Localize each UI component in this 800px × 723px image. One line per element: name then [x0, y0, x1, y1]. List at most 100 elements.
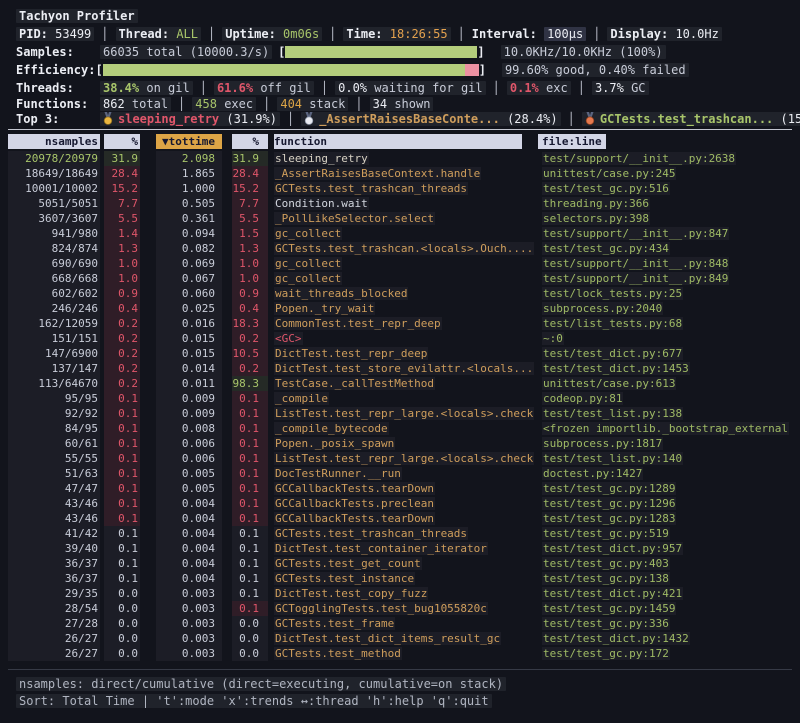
table-row[interactable]: 151/1510.20.0150.2<GC>~:0 — [0, 331, 800, 346]
table-row[interactable]: 824/8741.30.0821.3GCTests.test_trashcan.… — [0, 241, 800, 256]
display-value: 10.0Hz — [675, 27, 718, 41]
cell-function: gc_collect — [274, 226, 532, 241]
cell-p1: 0.1 — [104, 406, 140, 421]
cell-tt: 0.014 — [156, 361, 222, 376]
cell-tt: 0.003 — [156, 586, 222, 601]
table-row[interactable]: 39/400.10.0040.1DictTest.test_container_… — [0, 541, 800, 556]
threads-label: Threads: — [16, 81, 100, 95]
top3-entry-3: GCTests.test_trashcan... (15.2%) — [582, 112, 800, 126]
column-header-function[interactable]: function — [274, 134, 522, 149]
cell-tt: 0.003 — [156, 616, 222, 631]
cell-p2: 0.1 — [232, 526, 268, 541]
cell-tt: 0.004 — [156, 571, 222, 586]
cell-file-line: test/test_gc.py:1289 — [542, 481, 800, 496]
table-row[interactable]: 147/69000.20.01510.5DictTest.test_repr_d… — [0, 346, 800, 361]
cell-file-line: test/test_dict.py:421 — [542, 586, 800, 601]
table-row[interactable]: 36/370.10.0040.1GCTests.test_get_countte… — [0, 556, 800, 571]
table-row[interactable]: 84/950.10.0080.1_compile_bytecode<frozen… — [0, 421, 800, 436]
top3-line: Top 3: sleeping_retry (31.9%) │ _AssertR… — [16, 111, 800, 127]
cell-p1: 0.1 — [104, 541, 140, 556]
column-header-tottime[interactable]: ▼tottime — [156, 134, 222, 149]
cell-function: GCTests.test_get_count — [274, 556, 532, 571]
cell-function: DictTest.test_repr_deep — [274, 346, 532, 361]
table-row[interactable]: 43/460.10.0040.1GCCallbackTests.preclean… — [0, 496, 800, 511]
cell-p1: 0.1 — [104, 436, 140, 451]
table-row[interactable]: 26/270.00.0030.0DictTest.test_dict_items… — [0, 631, 800, 646]
table-row[interactable]: 41/420.10.0040.1GCTests.test_trashcan_th… — [0, 526, 800, 541]
cell-ns: 27/28 — [8, 616, 100, 631]
table-row[interactable]: 36/370.10.0040.1GCTests.test_instancetes… — [0, 571, 800, 586]
pid-value: 53499 — [55, 27, 91, 41]
cell-function: GCTests.test_instance — [274, 571, 532, 586]
cell-tt: 0.060 — [156, 286, 222, 301]
cell-ns: 602/602 — [8, 286, 100, 301]
table-row[interactable]: 95/950.10.0090.1_compilecodeop.py:81 — [0, 391, 800, 406]
table-row[interactable]: 43/460.10.0040.1GCCallbackTests.tearDown… — [0, 511, 800, 526]
table-row[interactable]: 29/350.00.0030.1DictTest.test_copy_fuzzt… — [0, 586, 800, 601]
cell-tt: 0.069 — [156, 256, 222, 271]
cell-function: GCTests.test_method — [274, 646, 532, 661]
table-row[interactable]: 47/470.10.0050.1GCCallbackTests.tearDown… — [0, 481, 800, 496]
cell-tt: 0.505 — [156, 196, 222, 211]
table-row[interactable]: 3607/36075.50.3615.5_PollLikeSelector.se… — [0, 211, 800, 226]
separator: │ — [329, 27, 336, 41]
cell-file-line: test/test_gc.py:172 — [542, 646, 800, 661]
threads-waiting: 0.0% waiting for gil — [335, 81, 486, 95]
pid-stat: PID: 53499 — [16, 27, 94, 41]
cell-tt: 0.003 — [156, 646, 222, 661]
table-row[interactable]: 941/9801.40.0941.5gc_collecttest/support… — [0, 226, 800, 241]
cell-function: GCTests.test_trashcan.<locals>.Ouch.... — [274, 241, 532, 256]
cell-function: DictTest.test_store_evilattr.<locals... — [274, 361, 532, 376]
thread-stat[interactable]: Thread: ALL — [116, 27, 202, 41]
cell-function: ListTest.test_repr_large.<locals>.check — [274, 451, 532, 466]
table-row[interactable]: 137/1470.20.0140.2DictTest.test_store_ev… — [0, 361, 800, 376]
column-header-percent-1[interactable]: % — [104, 134, 140, 149]
table-row[interactable]: 668/6681.00.0671.0gc_collecttest/support… — [0, 271, 800, 286]
cell-tt: 0.004 — [156, 511, 222, 526]
table-row[interactable]: 690/6901.00.0691.0gc_collecttest/support… — [0, 256, 800, 271]
cell-file-line: subprocess.py:1817 — [542, 436, 800, 451]
table-row[interactable]: 26/270.00.0030.0GCTests.test_methodtest/… — [0, 646, 800, 661]
cell-p1: 0.1 — [104, 451, 140, 466]
table-row[interactable]: 18649/1864928.41.86528.4_AssertRaisesBas… — [0, 166, 800, 181]
table-row[interactable]: 28/540.00.0030.1GCTogglingTests.test_bug… — [0, 601, 800, 616]
cell-p2: 0.2 — [232, 331, 268, 346]
table-row[interactable]: 162/120590.20.01618.3CommonTest.test_rep… — [0, 316, 800, 331]
column-header-file-line[interactable]: file:line — [538, 134, 606, 149]
table-row[interactable]: 246/2460.40.0250.4Popen._try_waitsubproc… — [0, 301, 800, 316]
functions-line: Functions: 862 total │ 458 exec │ 404 st… — [16, 96, 800, 112]
column-header-nsamples[interactable]: nsamples — [8, 134, 100, 149]
cell-function: gc_collect — [274, 271, 532, 286]
column-header-percent-2[interactable]: % — [232, 134, 268, 149]
table-row[interactable]: 55/550.10.0060.1ListTest.test_repr_large… — [0, 451, 800, 466]
cell-p2: 0.1 — [232, 496, 268, 511]
cell-p1: 0.1 — [104, 466, 140, 481]
table-row[interactable]: 20978/2097931.92.09831.9sleeping_retryte… — [0, 151, 800, 166]
cell-ns: 43/46 — [8, 511, 100, 526]
cell-file-line: test/support/__init__.py:849 — [542, 271, 800, 286]
table-row[interactable]: 60/610.10.0060.1Popen._posix_spawnsubpro… — [0, 436, 800, 451]
cell-function: ListTest.test_repr_large.<locals>.check — [274, 406, 532, 421]
table-row[interactable]: 5051/50517.70.5057.7Condition.waitthread… — [0, 196, 800, 211]
separator: │ — [287, 112, 294, 126]
table-row[interactable]: 10001/1000215.21.00015.2GCTests.test_tra… — [0, 181, 800, 196]
cell-p2: 0.1 — [232, 571, 268, 586]
efficiency-good-fill — [103, 64, 465, 76]
cell-ns: 10001/10002 — [8, 181, 100, 196]
table-row[interactable]: 113/646700.20.01198.3TestCase._callTestM… — [0, 376, 800, 391]
keybinding-help: Sort: Total Time | 't':mode 'x':trends ↔… — [16, 694, 492, 708]
cell-p2: 0.1 — [232, 451, 268, 466]
cell-function: GCTogglingTests.test_bug1055820c — [274, 601, 532, 616]
cell-p1: 28.4 — [104, 166, 140, 181]
table-row[interactable]: 92/920.10.0090.1ListTest.test_repr_large… — [0, 406, 800, 421]
separator: │ — [208, 27, 215, 41]
cell-function: Popen._posix_spawn — [274, 436, 532, 451]
table-row[interactable]: 602/6020.90.0600.9wait_threads_blockedte… — [0, 286, 800, 301]
samples-rate: 10.0KHz/10.0KHz (100%) — [501, 45, 666, 59]
table-row[interactable]: 51/630.10.0050.1DocTestRunner.__rundocte… — [0, 466, 800, 481]
table-row[interactable]: 27/280.00.0030.0GCTests.test_frametest/t… — [0, 616, 800, 631]
cell-ns: 690/690 — [8, 256, 100, 271]
cell-ns: 26/27 — [8, 646, 100, 661]
cell-p2: 0.9 — [232, 286, 268, 301]
cell-file-line: test/list_tests.py:68 — [542, 316, 800, 331]
